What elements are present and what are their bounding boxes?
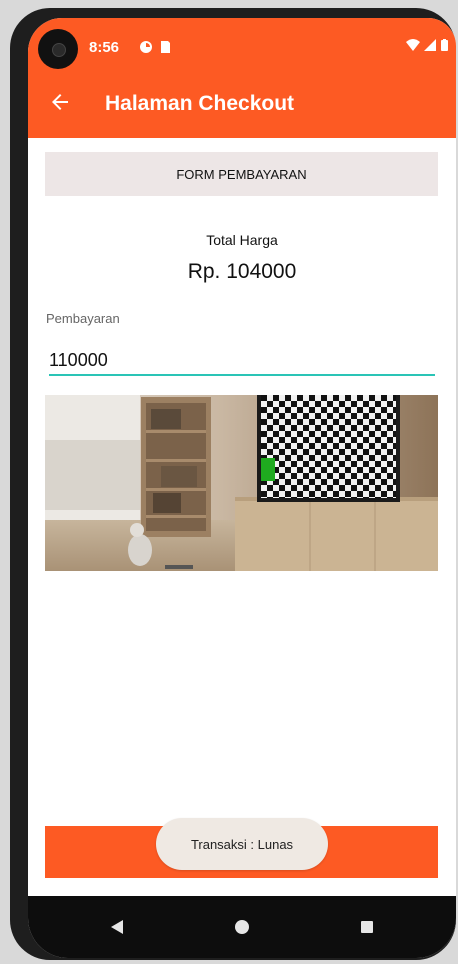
wifi-icon <box>405 39 420 51</box>
app-header: 8:56 Halaman Checkout <box>28 18 456 138</box>
room-scene-image <box>45 395 438 571</box>
form-header: FORM PEMBAYARAN <box>45 152 438 196</box>
phone-screen: 8:56 Halaman Checkout FORM PEMBAYARAN To… <box>28 18 456 958</box>
signal-icon <box>424 39 437 51</box>
media-icon <box>140 41 152 53</box>
front-camera <box>38 29 78 69</box>
payment-label: Pembayaran <box>46 311 120 326</box>
recents-square-icon[interactable] <box>352 912 382 942</box>
back-triangle-icon[interactable] <box>102 912 132 942</box>
page-title: Halaman Checkout <box>105 92 295 115</box>
total-price-value: Rp. 104000 <box>187 260 297 283</box>
arrow-back-icon[interactable] <box>48 90 72 114</box>
navigation-bar <box>28 896 456 958</box>
toast-message: Transaksi : Lunas <box>156 818 328 870</box>
total-price-label: Total Harga <box>206 232 278 248</box>
payment-input[interactable] <box>49 346 435 376</box>
battery-icon <box>441 39 448 51</box>
status-right-icons <box>405 39 448 54</box>
status-time: 8:56 <box>89 39 120 56</box>
sd-card-icon <box>161 41 170 53</box>
home-circle-icon[interactable] <box>227 912 257 942</box>
